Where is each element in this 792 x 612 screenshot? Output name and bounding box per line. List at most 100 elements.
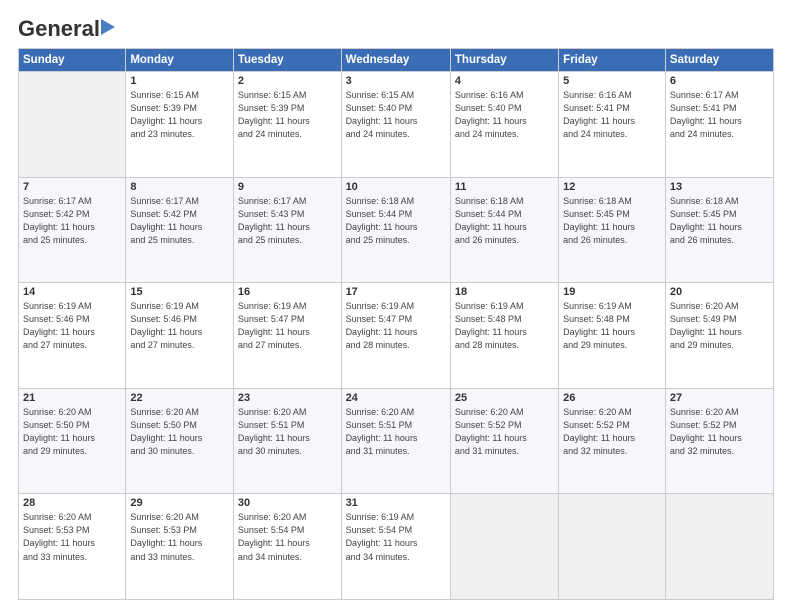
calendar-cell: 19 Sunrise: 6:19 AMSunset: 5:48 PMDayligh… bbox=[559, 283, 666, 389]
day-number: 8 bbox=[130, 181, 229, 193]
calendar-cell: 31 Sunrise: 6:19 AMSunset: 5:54 PMDayligh… bbox=[341, 494, 450, 600]
day-info: Sunrise: 6:20 AMSunset: 5:50 PMDaylight:… bbox=[130, 406, 229, 458]
day-info: Sunrise: 6:17 AMSunset: 5:41 PMDaylight:… bbox=[670, 89, 769, 141]
day-number: 28 bbox=[23, 497, 121, 509]
calendar-cell: 1 Sunrise: 6:15 AMSunset: 5:39 PMDaylight… bbox=[126, 72, 234, 178]
day-info: Sunrise: 6:20 AMSunset: 5:49 PMDaylight:… bbox=[670, 300, 769, 352]
calendar-week-5: 28 Sunrise: 6:20 AMSunset: 5:53 PMDayligh… bbox=[19, 494, 774, 600]
day-number: 17 bbox=[346, 286, 446, 298]
calendar-cell: 16Sunrise: 6:19 AMSunset: 5:47 PMDayligh… bbox=[233, 283, 341, 389]
day-info: Sunrise: 6:16 AMSunset: 5:40 PMDaylight:… bbox=[455, 89, 554, 141]
calendar-header-tuesday: Tuesday bbox=[233, 49, 341, 72]
calendar-cell: 27 Sunrise: 6:20 AMSunset: 5:52 PMDayligh… bbox=[665, 388, 773, 494]
calendar-cell: 17Sunrise: 6:19 AMSunset: 5:47 PMDayligh… bbox=[341, 283, 450, 389]
day-number: 24 bbox=[346, 392, 446, 404]
day-info: Sunrise: 6:17 AMSunset: 5:42 PMDaylight:… bbox=[23, 195, 121, 247]
calendar-cell: 15 Sunrise: 6:19 AMSunset: 5:46 PMDayligh… bbox=[126, 283, 234, 389]
day-number: 10 bbox=[346, 181, 446, 193]
day-number: 18 bbox=[455, 286, 554, 298]
calendar-body: 1 Sunrise: 6:15 AMSunset: 5:39 PMDaylight… bbox=[19, 72, 774, 600]
calendar-header-row: SundayMondayTuesdayWednesdayThursdayFrid… bbox=[19, 49, 774, 72]
calendar-week-2: 7 Sunrise: 6:17 AMSunset: 5:42 PMDaylight… bbox=[19, 177, 774, 283]
logo-general: General bbox=[18, 16, 100, 42]
calendar-cell: 30Sunrise: 6:20 AMSunset: 5:54 PMDayligh… bbox=[233, 494, 341, 600]
day-number: 13 bbox=[670, 181, 769, 193]
day-info: Sunrise: 6:18 AMSunset: 5:45 PMDaylight:… bbox=[563, 195, 661, 247]
day-info: Sunrise: 6:20 AMSunset: 5:51 PMDaylight:… bbox=[238, 406, 337, 458]
calendar-week-1: 1 Sunrise: 6:15 AMSunset: 5:39 PMDaylight… bbox=[19, 72, 774, 178]
day-number: 1 bbox=[130, 75, 229, 87]
day-number: 25 bbox=[455, 392, 554, 404]
day-number: 31 bbox=[346, 497, 446, 509]
day-info: Sunrise: 6:18 AMSunset: 5:44 PMDaylight:… bbox=[346, 195, 446, 247]
day-info: Sunrise: 6:19 AMSunset: 5:47 PMDaylight:… bbox=[238, 300, 337, 352]
calendar-cell bbox=[450, 494, 558, 600]
day-info: Sunrise: 6:17 AMSunset: 5:43 PMDaylight:… bbox=[238, 195, 337, 247]
header: General bbox=[18, 16, 774, 38]
calendar-cell bbox=[559, 494, 666, 600]
day-number: 23 bbox=[238, 392, 337, 404]
day-number: 26 bbox=[563, 392, 661, 404]
day-info: Sunrise: 6:19 AMSunset: 5:46 PMDaylight:… bbox=[23, 300, 121, 352]
day-info: Sunrise: 6:15 AMSunset: 5:39 PMDaylight:… bbox=[238, 89, 337, 141]
day-number: 11 bbox=[455, 181, 554, 193]
day-number: 19 bbox=[563, 286, 661, 298]
calendar-cell: 26 Sunrise: 6:20 AMSunset: 5:52 PMDayligh… bbox=[559, 388, 666, 494]
day-info: Sunrise: 6:19 AMSunset: 5:48 PMDaylight:… bbox=[563, 300, 661, 352]
calendar-cell: 8 Sunrise: 6:17 AMSunset: 5:42 PMDaylight… bbox=[126, 177, 234, 283]
day-info: Sunrise: 6:19 AMSunset: 5:48 PMDaylight:… bbox=[455, 300, 554, 352]
calendar-header-monday: Monday bbox=[126, 49, 234, 72]
day-info: Sunrise: 6:19 AMSunset: 5:46 PMDaylight:… bbox=[130, 300, 229, 352]
calendar-cell: 11Sunrise: 6:18 AMSunset: 5:44 PMDayligh… bbox=[450, 177, 558, 283]
calendar-week-4: 21 Sunrise: 6:20 AMSunset: 5:50 PMDayligh… bbox=[19, 388, 774, 494]
calendar-cell: 14 Sunrise: 6:19 AMSunset: 5:46 PMDayligh… bbox=[19, 283, 126, 389]
calendar-header-friday: Friday bbox=[559, 49, 666, 72]
day-info: Sunrise: 6:20 AMSunset: 5:52 PMDaylight:… bbox=[670, 406, 769, 458]
calendar-week-3: 14 Sunrise: 6:19 AMSunset: 5:46 PMDayligh… bbox=[19, 283, 774, 389]
day-info: Sunrise: 6:20 AMSunset: 5:52 PMDaylight:… bbox=[455, 406, 554, 458]
day-info: Sunrise: 6:20 AMSunset: 5:53 PMDaylight:… bbox=[130, 511, 229, 563]
calendar-cell: 3 Sunrise: 6:15 AMSunset: 5:40 PMDaylight… bbox=[341, 72, 450, 178]
day-number: 30 bbox=[238, 497, 337, 509]
day-info: Sunrise: 6:15 AMSunset: 5:39 PMDaylight:… bbox=[130, 89, 229, 141]
day-number: 12 bbox=[563, 181, 661, 193]
day-info: Sunrise: 6:20 AMSunset: 5:53 PMDaylight:… bbox=[23, 511, 121, 563]
day-info: Sunrise: 6:20 AMSunset: 5:52 PMDaylight:… bbox=[563, 406, 661, 458]
day-number: 15 bbox=[130, 286, 229, 298]
calendar-header-sunday: Sunday bbox=[19, 49, 126, 72]
day-number: 6 bbox=[670, 75, 769, 87]
day-info: Sunrise: 6:19 AMSunset: 5:54 PMDaylight:… bbox=[346, 511, 446, 563]
calendar-cell: 2Sunrise: 6:15 AMSunset: 5:39 PMDaylight… bbox=[233, 72, 341, 178]
calendar-header-wednesday: Wednesday bbox=[341, 49, 450, 72]
day-info: Sunrise: 6:16 AMSunset: 5:41 PMDaylight:… bbox=[563, 89, 661, 141]
calendar-cell: 23 Sunrise: 6:20 AMSunset: 5:51 PMDayligh… bbox=[233, 388, 341, 494]
calendar-header-thursday: Thursday bbox=[450, 49, 558, 72]
calendar-header-saturday: Saturday bbox=[665, 49, 773, 72]
calendar-cell: 22 Sunrise: 6:20 AMSunset: 5:50 PMDayligh… bbox=[126, 388, 234, 494]
day-number: 29 bbox=[130, 497, 229, 509]
day-number: 4 bbox=[455, 75, 554, 87]
calendar-cell: 5 Sunrise: 6:16 AMSunset: 5:41 PMDaylight… bbox=[559, 72, 666, 178]
calendar-table: SundayMondayTuesdayWednesdayThursdayFrid… bbox=[18, 48, 774, 600]
day-info: Sunrise: 6:15 AMSunset: 5:40 PMDaylight:… bbox=[346, 89, 446, 141]
day-number: 7 bbox=[23, 181, 121, 193]
day-number: 3 bbox=[346, 75, 446, 87]
calendar-cell: 25 Sunrise: 6:20 AMSunset: 5:52 PMDayligh… bbox=[450, 388, 558, 494]
day-number: 14 bbox=[23, 286, 121, 298]
calendar-cell: 10 Sunrise: 6:18 AMSunset: 5:44 PMDayligh… bbox=[341, 177, 450, 283]
calendar-cell: 21Sunrise: 6:20 AMSunset: 5:50 PMDayligh… bbox=[19, 388, 126, 494]
calendar-cell: 29 Sunrise: 6:20 AMSunset: 5:53 PMDayligh… bbox=[126, 494, 234, 600]
logo-arrow-icon bbox=[101, 17, 123, 37]
calendar-cell: 18 Sunrise: 6:19 AMSunset: 5:48 PMDayligh… bbox=[450, 283, 558, 389]
day-info: Sunrise: 6:17 AMSunset: 5:42 PMDaylight:… bbox=[130, 195, 229, 247]
calendar-cell: 20Sunrise: 6:20 AMSunset: 5:49 PMDayligh… bbox=[665, 283, 773, 389]
day-number: 5 bbox=[563, 75, 661, 87]
day-number: 27 bbox=[670, 392, 769, 404]
day-number: 21 bbox=[23, 392, 121, 404]
day-number: 22 bbox=[130, 392, 229, 404]
day-number: 9 bbox=[238, 181, 337, 193]
calendar-cell bbox=[19, 72, 126, 178]
calendar-cell: 12 Sunrise: 6:18 AMSunset: 5:45 PMDayligh… bbox=[559, 177, 666, 283]
day-info: Sunrise: 6:18 AMSunset: 5:45 PMDaylight:… bbox=[670, 195, 769, 247]
calendar-cell bbox=[665, 494, 773, 600]
